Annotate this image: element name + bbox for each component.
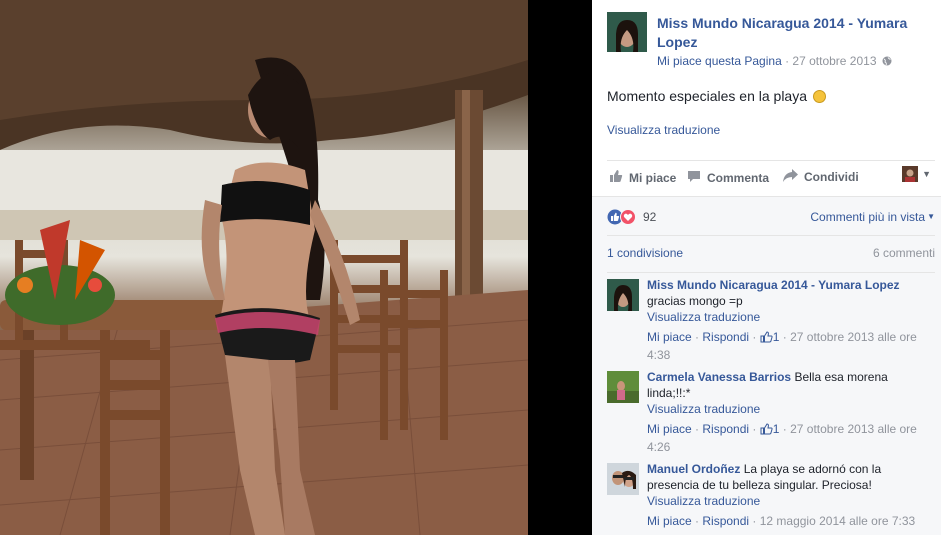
comment-meta: Mi piace · Rispondi · 1 · 27 ottobre 201… [647,422,917,454]
like-button[interactable]: Mi piace [609,169,676,186]
like-label: Mi piace [629,170,677,185]
comment-sort-dropdown[interactable]: Commenti più in vista ▼ [810,210,935,224]
comments-count: 6 commenti [872,246,935,260]
post-text-content: Momento especiales en la playa [607,88,808,104]
post-header: Miss Mundo Nicaragua 2014 - Yumara Lopez… [607,12,941,72]
comment-like-link[interactable]: Mi piace [647,422,692,436]
reaction-icons[interactable] [607,209,637,225]
user-avatar [902,166,919,182]
comment-button[interactable]: Commenta [687,169,769,186]
divider [607,272,935,273]
reactions-row: 92 Commenti più in vista ▼ [607,197,935,235]
post-date[interactable]: 27 ottobre 2013 [792,54,876,68]
post-sidebar: Miss Mundo Nicaragua 2014 - Yumara Lopez… [592,0,941,535]
comment-like-link[interactable]: Mi piace [647,514,692,528]
caret-down-icon: ▼ [927,212,935,221]
share-as-selector[interactable]: ▼ [902,166,931,182]
comment-avatar[interactable] [607,463,639,495]
comment-reply-link[interactable]: Rispondi [702,422,749,436]
caret-down-icon: ▼ [922,169,931,179]
photo-scene [0,0,528,535]
thumbs-up-outline-icon [760,331,773,347]
comment-translate-link[interactable]: Visualizza traduzione [647,309,929,325]
comment-icon [687,169,701,186]
comment-meta: Mi piace · Rispondi · 1 · 27 ottobre 201… [647,330,917,362]
comment-like-count[interactable]: 1 [773,330,780,344]
thumbs-up-icon [609,169,623,186]
post-translate-link[interactable]: Visualizza traduzione [607,123,720,137]
comment-label: Commenta [707,170,770,185]
photo-viewer [0,0,592,535]
post-photo[interactable] [0,0,528,535]
comment-reply-link[interactable]: Rispondi [702,330,749,344]
comment-author-link[interactable]: Carmela Vanessa Barrios [647,370,791,384]
page-avatar[interactable] [607,12,647,52]
comment-translate-link[interactable]: Visualizza traduzione [647,493,929,509]
comment-translate-link[interactable]: Visualizza traduzione [647,401,929,417]
reaction-count[interactable]: 92 [643,210,656,224]
meta-separator: · [781,54,793,68]
shares-row: 1 condivisione 6 commenti [607,236,935,272]
share-arrow-icon [783,169,798,185]
comments-section: 92 Commenti più in vista ▼ 1 condivisione… [592,196,941,535]
globe-icon [882,55,892,69]
comment-body: Carmela Vanessa Barrios Bella esa morena… [647,369,929,455]
share-button[interactable]: Condividi [783,169,859,185]
comment-like-link[interactable]: Mi piace [647,330,692,344]
post-actions: Mi piace Commenta Condividi ▼ [607,161,935,195]
comment-author-link[interactable]: Miss Mundo Nicaragua 2014 - Yumara Lopez [647,278,900,292]
comment-date[interactable]: 12 maggio 2014 alle ore 7:33 [760,514,915,528]
comment-avatar[interactable] [607,279,639,311]
comment-sort-label: Commenti più in vista [810,210,926,224]
page-name-link[interactable]: Miss Mundo Nicaragua 2014 - Yumara Lopez [657,14,927,52]
comment-body: Miss Mundo Nicaragua 2014 - Yumara Lopez… [647,277,929,363]
like-page-link[interactable]: Mi piace questa Pagina [657,54,782,68]
thumbs-up-outline-icon [760,423,773,439]
page-avatar-image [607,12,647,52]
post-meta: Mi piace questa Pagina · 27 ottobre 2013 [657,54,892,69]
comment-body: Manuel Ordoñez La playa se adornó con la… [647,461,929,529]
comment-author-link[interactable]: Manuel Ordoñez [647,462,740,476]
comment-reply-link[interactable]: Rispondi [702,514,749,528]
smile-emoji-icon [812,90,826,103]
comment-avatar[interactable] [607,371,639,403]
comment-meta: Mi piace · Rispondi · 12 maggio 2014 all… [647,514,916,528]
comment-text: gracias mongo =p [647,294,743,308]
shares-count-link[interactable]: 1 condivisione [607,246,683,260]
comment-like-count[interactable]: 1 [773,422,780,436]
share-label: Condividi [804,170,859,184]
post-text: Momento especiales en la playa [607,88,826,104]
